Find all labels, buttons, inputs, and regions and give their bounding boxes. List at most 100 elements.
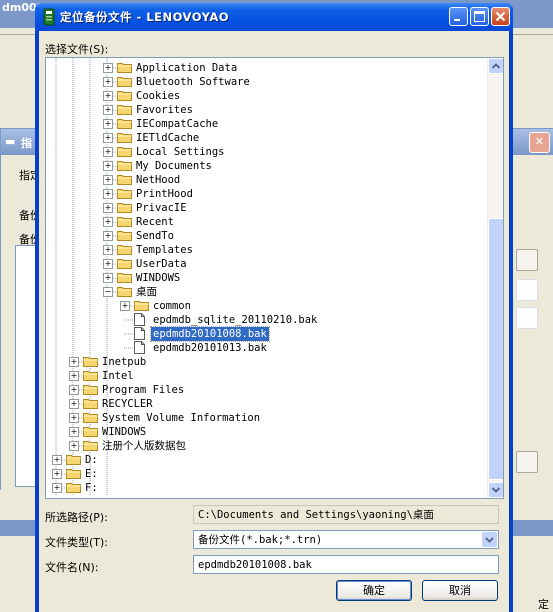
- expand-icon[interactable]: +: [69, 371, 79, 381]
- tree-item[interactable]: + Templates: [46, 243, 487, 257]
- tree-item[interactable]: + Application Data: [46, 61, 487, 75]
- scroll-down-button[interactable]: [488, 482, 503, 498]
- expand-icon[interactable]: +: [52, 469, 62, 479]
- tree-item-label: IECompatCache: [136, 118, 219, 130]
- expand-icon[interactable]: +: [103, 259, 113, 269]
- expand-icon[interactable]: +: [103, 133, 113, 143]
- tree-item[interactable]: + UserData: [46, 257, 487, 271]
- tree-item[interactable]: + Intel: [46, 369, 487, 383]
- folder-icon: [83, 427, 98, 437]
- close-button[interactable]: [491, 7, 510, 26]
- maximize-button[interactable]: [470, 7, 489, 26]
- collapse-icon[interactable]: −: [103, 287, 113, 297]
- vertical-scrollbar[interactable]: [487, 58, 503, 498]
- expand-icon[interactable]: +: [103, 245, 113, 255]
- scroll-thumb[interactable]: [488, 218, 503, 480]
- tree-item-label: UserData: [136, 258, 187, 270]
- tree-item[interactable]: + System Volume Information: [46, 411, 487, 425]
- tree-item[interactable]: + Favorites: [46, 103, 487, 117]
- tree-item[interactable]: + 注册个人版数据包: [46, 439, 487, 453]
- minimize-button[interactable]: [449, 7, 468, 26]
- tree-item[interactable]: − 桌面: [46, 285, 487, 299]
- tree-item[interactable]: + NetHood: [46, 173, 487, 187]
- expand-icon[interactable]: +: [69, 399, 79, 409]
- dialog-title: 定位备份文件 - LENOVOYAO: [60, 10, 230, 24]
- tree-item-label: My Documents: [136, 160, 212, 172]
- tree-item[interactable]: + D:: [46, 453, 487, 467]
- expand-icon[interactable]: +: [52, 455, 62, 465]
- tree-item[interactable]: + Bluetooth Software: [46, 75, 487, 89]
- tree-item[interactable]: epdmdb20101008.bak: [46, 326, 487, 342]
- tree-item[interactable]: + SendTo: [46, 229, 487, 243]
- dialog-titlebar[interactable]: 定位备份文件 - LENOVOYAO: [35, 3, 513, 31]
- tree-item[interactable]: + PrivacIE: [46, 201, 487, 215]
- tree-item[interactable]: + F:: [46, 481, 487, 495]
- expand-icon[interactable]: +: [69, 427, 79, 437]
- expand-icon[interactable]: +: [69, 441, 79, 451]
- expand-icon[interactable]: +: [103, 273, 113, 283]
- expand-icon[interactable]: +: [103, 189, 113, 199]
- tree-item-label: WINDOWS: [102, 426, 147, 438]
- expand-icon[interactable]: +: [103, 63, 113, 73]
- cancel-button[interactable]: 取消: [422, 580, 498, 601]
- expand-icon[interactable]: +: [103, 147, 113, 157]
- folder-icon: [83, 441, 98, 451]
- tree-item[interactable]: + IECompatCache: [46, 117, 487, 131]
- expand-icon[interactable]: +: [103, 91, 113, 101]
- tree-item[interactable]: + Inetpub: [46, 355, 487, 369]
- expand-icon[interactable]: +: [103, 105, 113, 115]
- tree-item-label: 桌面: [136, 286, 157, 298]
- expand-icon[interactable]: +: [69, 357, 79, 367]
- locate-backup-file-dialog: 定位备份文件 - LENOVOYAO 选择文件(S): + Application…: [35, 3, 513, 612]
- tree-item[interactable]: + PrintHood: [46, 187, 487, 201]
- background-button[interactable]: [516, 307, 538, 329]
- tree-item[interactable]: + Program Files: [46, 383, 487, 397]
- ok-button[interactable]: 确定: [336, 580, 412, 601]
- folder-icon: [117, 245, 132, 255]
- scroll-up-button[interactable]: [488, 58, 503, 74]
- maximize-icon: [474, 11, 485, 22]
- background-button[interactable]: [516, 451, 538, 473]
- expand-icon[interactable]: +: [103, 161, 113, 171]
- tree-item[interactable]: + Cookies: [46, 89, 487, 103]
- expand-icon[interactable]: +: [103, 77, 113, 87]
- tree-item[interactable]: + WINDOWS: [46, 425, 487, 439]
- expand-icon[interactable]: +: [103, 203, 113, 213]
- folder-icon: [117, 147, 132, 157]
- file-type-select[interactable]: 备份文件(*.bak;*.trn): [193, 530, 499, 549]
- tree-item[interactable]: + My Documents: [46, 159, 487, 173]
- file-type-dropdown-button[interactable]: [482, 532, 497, 547]
- background-button[interactable]: [516, 249, 538, 271]
- tree-item[interactable]: + WINDOWS: [46, 271, 487, 285]
- drive-folder-icon: [66, 455, 81, 465]
- file-name-label: 文件名(N):: [45, 561, 99, 574]
- close-icon: [495, 11, 506, 22]
- expand-icon[interactable]: +: [120, 301, 130, 311]
- tree-item[interactable]: + RECYCLER: [46, 397, 487, 411]
- background-button[interactable]: [516, 279, 538, 301]
- expand-icon[interactable]: +: [103, 119, 113, 129]
- dialog-client-area: 选择文件(S): + Application Data + Bluetooth Sof…: [39, 31, 509, 612]
- tree-item[interactable]: + Local Settings: [46, 145, 487, 159]
- expand-icon[interactable]: +: [52, 483, 62, 493]
- tree-item-label: common: [153, 300, 191, 312]
- file-tree-view[interactable]: + Application Data + Bluetooth Software + Coo…: [45, 57, 504, 499]
- tree-item[interactable]: epdmdb20101013.bak: [46, 341, 487, 355]
- tree-item[interactable]: + common: [46, 299, 487, 313]
- tree-item[interactable]: + E:: [46, 467, 487, 481]
- expand-icon[interactable]: +: [103, 231, 113, 241]
- expand-icon[interactable]: +: [69, 413, 79, 423]
- file-name-input[interactable]: epdmdb20101008.bak: [193, 555, 499, 574]
- background-close-button[interactable]: ✕: [529, 132, 550, 153]
- tree-item[interactable]: + IETldCache: [46, 131, 487, 145]
- file-type-value: 备份文件(*.bak;*.trn): [198, 534, 323, 546]
- tree-item[interactable]: epdmdb_sqlite_20110210.bak: [46, 313, 487, 327]
- expand-icon[interactable]: +: [69, 385, 79, 395]
- tree-item-label: E:: [85, 468, 98, 480]
- tree-item[interactable]: + Recent: [46, 215, 487, 229]
- tree-item-label: SendTo: [136, 230, 174, 242]
- folder-icon: [117, 91, 132, 101]
- expand-icon[interactable]: +: [103, 175, 113, 185]
- drive-folder-icon: [66, 469, 81, 479]
- expand-icon[interactable]: +: [103, 217, 113, 227]
